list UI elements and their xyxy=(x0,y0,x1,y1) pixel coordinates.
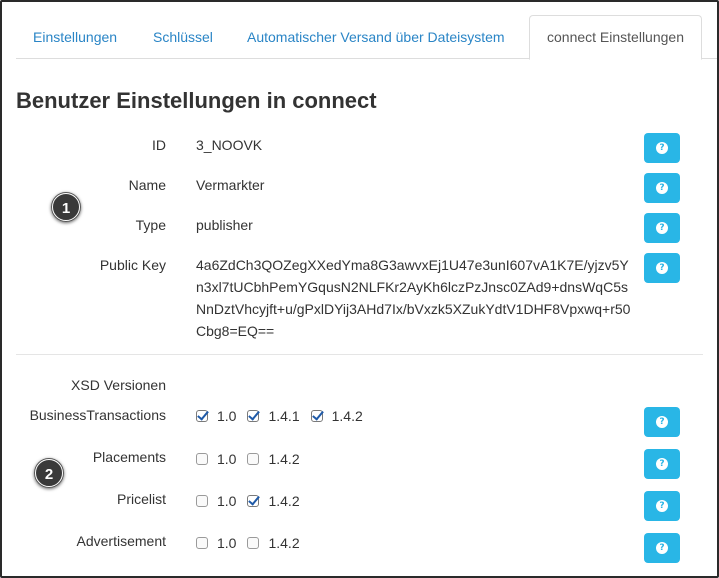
question-icon: ? xyxy=(656,142,668,154)
checkbox-advertisement-1-0[interactable] xyxy=(196,537,208,549)
version-label: 1.0 xyxy=(217,535,237,551)
business-transactions-options: 1.0 1.4.1 1.4.2 xyxy=(196,408,374,424)
placements-help-button[interactable]: ? xyxy=(644,449,680,479)
version-label: 1.0 xyxy=(217,408,237,424)
tab-bar: Einstellungen Schlüssel Automatischer Ve… xyxy=(16,15,717,60)
name-label: Name xyxy=(128,177,166,193)
question-icon: ? xyxy=(656,416,668,428)
advertisement-options: 1.0 1.4.2 xyxy=(196,535,311,551)
version-label: 1.0 xyxy=(217,493,237,509)
version-label: 1.4.2 xyxy=(268,493,300,509)
type-help-button[interactable]: ? xyxy=(644,213,680,243)
question-icon: ? xyxy=(656,262,668,274)
pricelist-options: 1.0 1.4.2 xyxy=(196,493,311,509)
tab-einstellungen[interactable]: Einstellungen xyxy=(16,15,134,59)
question-icon: ? xyxy=(656,182,668,194)
checkbox-bt-1-0[interactable] xyxy=(196,410,208,422)
question-icon: ? xyxy=(656,542,668,554)
public-key-help-button[interactable]: ? xyxy=(644,253,680,283)
question-icon: ? xyxy=(656,222,668,234)
checkbox-placements-1-4-2[interactable] xyxy=(247,453,260,465)
version-label: 1.4.2 xyxy=(331,408,363,424)
advertisement-label: Advertisement xyxy=(76,533,166,549)
pricelist-label: Pricelist xyxy=(116,491,166,507)
name-help-button[interactable]: ? xyxy=(644,173,680,203)
tab-connect-einstellungen[interactable]: connect Einstellungen xyxy=(529,15,702,60)
name-value: Vermarkter xyxy=(196,177,265,193)
version-label: 1.4.2 xyxy=(268,451,300,467)
public-key-value: 4a6ZdCh3QOZegXXedYma8G3awvxEj1U47e3unI60… xyxy=(196,257,631,339)
tab-automatischer-versand[interactable]: Automatischer Versand über Dateisystem xyxy=(230,15,522,59)
advertisement-help-button[interactable]: ? xyxy=(644,533,680,563)
section-divider xyxy=(16,354,703,355)
checkbox-placements-1-0[interactable] xyxy=(196,453,208,465)
id-help-button[interactable]: ? xyxy=(644,133,680,163)
placements-options: 1.0 1.4.2 xyxy=(196,451,311,467)
type-label: Type xyxy=(135,217,166,233)
xsd-versions-heading: XSD Versionen xyxy=(71,377,166,393)
page-title: Benutzer Einstellungen in connect xyxy=(16,88,377,113)
annotation-marker-2: 2 xyxy=(34,458,64,488)
checkbox-advertisement-1-4-2[interactable] xyxy=(247,537,260,549)
version-label: 1.4.1 xyxy=(268,408,300,424)
tab-schluessel[interactable]: Schlüssel xyxy=(136,15,230,59)
checkbox-bt-1-4-2[interactable] xyxy=(310,410,323,422)
checkbox-pricelist-1-4-2[interactable] xyxy=(247,495,260,507)
type-value: publisher xyxy=(196,217,253,233)
id-label: ID xyxy=(152,137,166,153)
question-icon: ? xyxy=(656,458,668,470)
business-transactions-help-button[interactable]: ? xyxy=(644,407,680,437)
pricelist-help-button[interactable]: ? xyxy=(644,491,680,521)
checkbox-bt-1-4-1[interactable] xyxy=(247,410,260,422)
window-frame: Einstellungen Schlüssel Automatischer Ve… xyxy=(0,0,719,578)
public-key-label: Public Key xyxy=(99,257,166,273)
version-label: 1.4.2 xyxy=(268,535,300,551)
version-label: 1.0 xyxy=(217,451,237,467)
question-icon: ? xyxy=(656,500,668,512)
business-transactions-label: BusinessTransactions xyxy=(29,407,166,423)
id-value: 3_NOOVK xyxy=(196,137,263,153)
checkbox-pricelist-1-0[interactable] xyxy=(196,495,208,507)
